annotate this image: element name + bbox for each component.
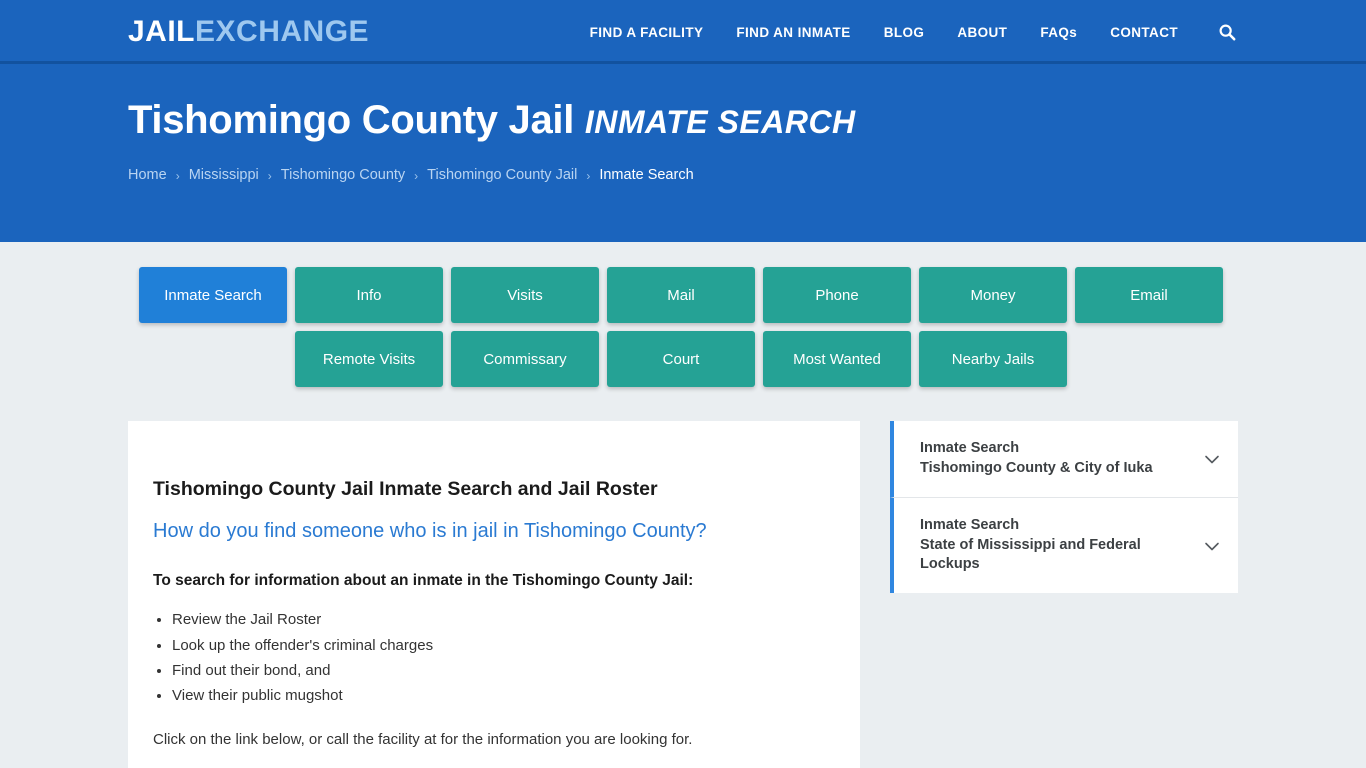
- tab-info[interactable]: Info: [295, 267, 443, 323]
- tab-money[interactable]: Money: [919, 267, 1067, 323]
- accordion-label: Inmate Search Tishomingo County & City o…: [920, 439, 1202, 479]
- article-lead-text: To search for information about an inmat…: [153, 572, 835, 590]
- breadcrumb-separator-icon: ›: [268, 170, 272, 182]
- search-icon[interactable]: [1216, 21, 1238, 43]
- breadcrumb-item-tishomingo-county-jail[interactable]: Tishomingo County Jail: [427, 167, 577, 183]
- site-logo[interactable]: JAILEXCHANGE: [128, 17, 369, 47]
- article-heading: Tishomingo County Jail Inmate Search and…: [153, 477, 835, 502]
- tab-email[interactable]: Email: [1075, 267, 1223, 323]
- list-item: Find out their bond, and: [172, 658, 835, 683]
- nav-item-find-a-facility[interactable]: FIND A FACILITY: [590, 25, 704, 40]
- section-tabs: Inmate Search Info Visits Mail Phone Mon…: [0, 242, 1366, 387]
- page-title-subtitle: INMATE SEARCH: [585, 104, 856, 140]
- nav-item-blog[interactable]: BLOG: [884, 25, 925, 40]
- list-item: View their public mugshot: [172, 683, 835, 708]
- breadcrumb-separator-icon: ›: [586, 170, 590, 182]
- article-subheading: How do you find someone who is in jail i…: [153, 518, 835, 544]
- accordion-item-county-search[interactable]: Inmate Search Tishomingo County & City o…: [890, 421, 1238, 497]
- article-closing-text: Click on the link below, or call the fac…: [153, 731, 835, 748]
- nav-item-faqs[interactable]: FAQs: [1040, 25, 1077, 40]
- accordion-item-state-federal-search[interactable]: Inmate Search State of Mississippi and F…: [890, 497, 1238, 594]
- page-title-main: Tishomingo County Jail: [128, 98, 574, 142]
- tab-mail[interactable]: Mail: [607, 267, 755, 323]
- breadcrumb-separator-icon: ›: [176, 170, 180, 182]
- tabs-row-2: Remote Visits Commissary Court Most Want…: [0, 331, 1366, 387]
- logo-text-jail: JAIL: [128, 15, 195, 48]
- tab-nearby-jails[interactable]: Nearby Jails: [919, 331, 1067, 387]
- nav-item-about[interactable]: ABOUT: [957, 25, 1007, 40]
- top-navigation-bar: JAILEXCHANGE FIND A FACILITY FIND AN INM…: [0, 0, 1366, 64]
- nav-item-contact[interactable]: CONTACT: [1110, 25, 1178, 40]
- list-item: Review the Jail Roster: [172, 607, 835, 632]
- breadcrumb: Home › Mississippi › Tishomingo County ›…: [128, 167, 1366, 183]
- accordion-title: Inmate Search: [920, 516, 1190, 536]
- tab-visits[interactable]: Visits: [451, 267, 599, 323]
- breadcrumb-item-mississippi[interactable]: Mississippi: [189, 167, 259, 183]
- instructions-list: Review the Jail Roster Look up the offen…: [153, 607, 835, 708]
- breadcrumb-separator-icon: ›: [414, 170, 418, 182]
- tab-remote-visits[interactable]: Remote Visits: [295, 331, 443, 387]
- breadcrumb-item-inmate-search: Inmate Search: [599, 167, 693, 183]
- main-content-area: Tishomingo County Jail Inmate Search and…: [0, 421, 1366, 768]
- accordion-title: Inmate Search: [920, 439, 1190, 459]
- accordion-subtitle: Tishomingo County & City of Iuka: [920, 459, 1190, 479]
- accordion-label: Inmate Search State of Mississippi and F…: [920, 516, 1202, 576]
- breadcrumb-item-tishomingo-county[interactable]: Tishomingo County: [281, 167, 405, 183]
- nav-item-find-an-inmate[interactable]: FIND AN INMATE: [736, 25, 850, 40]
- tab-most-wanted[interactable]: Most Wanted: [763, 331, 911, 387]
- page-title: Tishomingo County Jail INMATE SEARCH: [128, 98, 1366, 143]
- chevron-down-icon[interactable]: [1202, 536, 1222, 556]
- sidebar: Inmate Search Tishomingo County & City o…: [890, 421, 1238, 593]
- breadcrumb-item-home[interactable]: Home: [128, 167, 167, 183]
- tab-inmate-search[interactable]: Inmate Search: [139, 267, 287, 323]
- logo-text-exchange: EXCHANGE: [195, 15, 369, 48]
- main-menu: FIND A FACILITY FIND AN INMATE BLOG ABOU…: [590, 21, 1238, 43]
- tab-court[interactable]: Court: [607, 331, 755, 387]
- tabs-row-1: Inmate Search Info Visits Mail Phone Mon…: [0, 267, 1366, 323]
- article-card: Tishomingo County Jail Inmate Search and…: [128, 421, 860, 768]
- chevron-down-icon[interactable]: [1202, 449, 1222, 469]
- page-hero: Tishomingo County Jail INMATE SEARCH Hom…: [0, 64, 1366, 242]
- tab-commissary[interactable]: Commissary: [451, 331, 599, 387]
- accordion-subtitle: State of Mississippi and Federal Lockups: [920, 536, 1190, 576]
- list-item: Look up the offender's criminal charges: [172, 633, 835, 658]
- tab-phone[interactable]: Phone: [763, 267, 911, 323]
